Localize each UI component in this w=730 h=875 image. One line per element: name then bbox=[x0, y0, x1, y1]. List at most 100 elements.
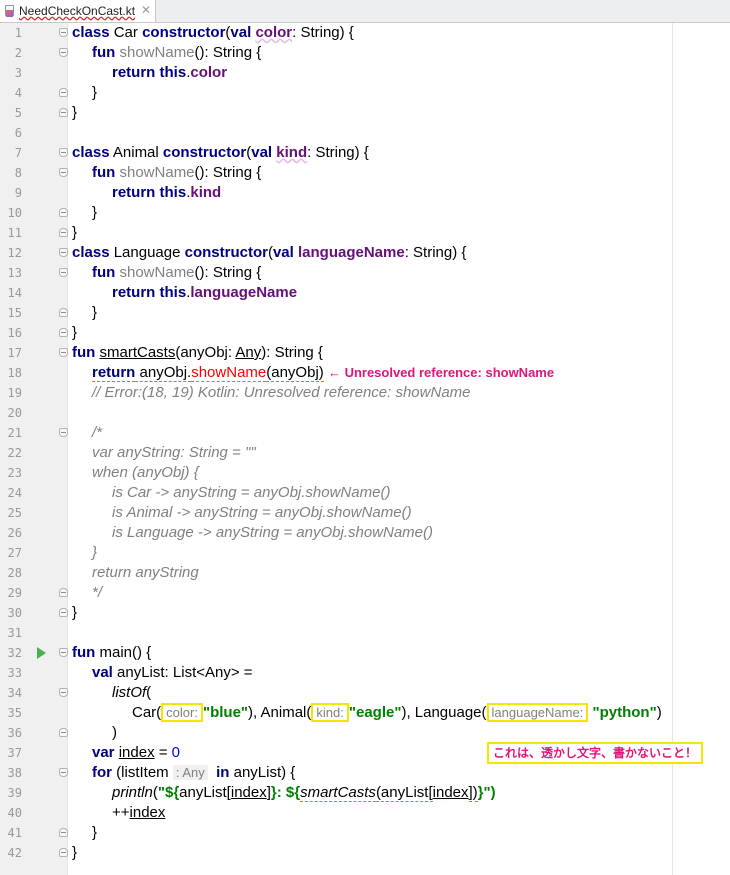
line-number: 3 bbox=[14, 66, 22, 80]
code-line: 14 return this.languageName bbox=[0, 283, 730, 303]
code-line: 34 listOf( bbox=[0, 683, 730, 703]
line-number: 36 bbox=[7, 726, 22, 740]
line-number: 9 bbox=[14, 186, 22, 200]
fold-marker-icon[interactable] bbox=[59, 28, 68, 37]
fold-marker-icon[interactable] bbox=[59, 228, 68, 237]
line-number: 1 bbox=[14, 26, 22, 40]
code-line: 42 } bbox=[0, 843, 730, 863]
line-number: 35 bbox=[7, 706, 22, 720]
code-line: 28 return anyString bbox=[0, 563, 730, 583]
fold-marker-icon[interactable] bbox=[59, 108, 68, 117]
code-text: Car(color: "blue"), Animal(kind: "eagle"),… bbox=[132, 703, 662, 722]
line-number: 40 bbox=[7, 806, 22, 820]
code-text: println("${anyList[index]}: ${smartCasts… bbox=[112, 784, 496, 802]
code-line: 23 when (anyObj) { bbox=[0, 463, 730, 483]
code-text: } bbox=[92, 304, 98, 321]
line-number: 21 bbox=[7, 426, 22, 440]
line-number: 24 bbox=[7, 486, 22, 500]
fold-marker-icon[interactable] bbox=[59, 348, 68, 357]
line-number: 34 bbox=[7, 686, 22, 700]
editor-tab[interactable]: NeedCheckOnCast.kt ✕ bbox=[0, 0, 156, 22]
error-annotation: ← Unresolved reference: showName bbox=[327, 365, 555, 380]
line-number: 13 bbox=[7, 266, 22, 280]
code-line: 2 fun showName(): String { bbox=[0, 43, 730, 63]
code-comment: is Car -> anyString = anyObj.showName() bbox=[112, 484, 391, 501]
fold-marker-icon[interactable] bbox=[59, 48, 68, 57]
code-text: fun smartCasts(anyObj: Any): String { bbox=[72, 344, 323, 361]
code-line: 16 } bbox=[0, 323, 730, 343]
code-text: } bbox=[72, 844, 78, 861]
fold-marker-icon[interactable] bbox=[59, 168, 68, 177]
code-text: ) bbox=[112, 724, 117, 741]
fold-marker-icon[interactable] bbox=[59, 728, 68, 737]
code-line: 32 fun main() { bbox=[0, 643, 730, 663]
line-number: 18 bbox=[7, 366, 22, 380]
fold-marker-icon[interactable] bbox=[59, 648, 68, 657]
code-line: 30 } bbox=[0, 603, 730, 623]
line-number: 29 bbox=[7, 586, 22, 600]
run-icon[interactable] bbox=[37, 647, 46, 659]
line-number: 39 bbox=[7, 786, 22, 800]
annotation-note: これは、透かし文字、書かないこと！ bbox=[487, 742, 704, 764]
code-line error-line: 18 return anyObj.showName(anyObj) ← Unre… bbox=[0, 363, 730, 383]
code-line: 41 } bbox=[0, 823, 730, 843]
code-text: class Animal constructor(val kind: Strin… bbox=[72, 144, 369, 161]
code-comment: } bbox=[92, 544, 98, 561]
line-number: 15 bbox=[7, 306, 22, 320]
code-line: 10 } bbox=[0, 203, 730, 223]
code-line: 24 is Car -> anyString = anyObj.showName… bbox=[0, 483, 730, 503]
code-line: 21 /* bbox=[0, 423, 730, 443]
line-number: 38 bbox=[7, 766, 22, 780]
code-line: 12 class Language constructor(val langua… bbox=[0, 243, 730, 263]
code-line: 15 } bbox=[0, 303, 730, 323]
fold-marker-icon[interactable] bbox=[59, 608, 68, 617]
line-number: 5 bbox=[14, 106, 22, 120]
fold-marker-icon[interactable] bbox=[59, 208, 68, 217]
code-comment: is Animal -> anyString = anyObj.showName… bbox=[112, 504, 412, 521]
tab-file-name: NeedCheckOnCast.kt bbox=[19, 4, 136, 18]
code-text: } bbox=[92, 824, 98, 841]
code-line: 7 class Animal constructor(val kind: Str… bbox=[0, 143, 730, 163]
fold-marker-icon[interactable] bbox=[59, 248, 68, 257]
code-text: return this.languageName bbox=[112, 284, 298, 301]
code-text: fun main() { bbox=[72, 644, 152, 661]
code-line: 13 fun showName(): String { bbox=[0, 263, 730, 283]
code-line: 6 bbox=[0, 123, 730, 143]
line-number: 42 bbox=[7, 846, 22, 860]
fold-marker-icon[interactable] bbox=[59, 848, 68, 857]
code-line: 3 return this.color bbox=[0, 63, 730, 83]
code-line: 26 is Language -> anyString = anyObj.sho… bbox=[0, 523, 730, 543]
code-line: 4 } bbox=[0, 83, 730, 103]
code-line: 39 println("${anyList[index]}: ${smartCa… bbox=[0, 783, 730, 803]
fold-marker-icon[interactable] bbox=[59, 428, 68, 437]
code-text: listOf( bbox=[112, 684, 152, 701]
line-number: 23 bbox=[7, 466, 22, 480]
code-text: fun showName(): String { bbox=[92, 44, 262, 61]
code-line: 17 fun smartCasts(anyObj: Any): String { bbox=[0, 343, 730, 363]
fold-marker-icon[interactable] bbox=[59, 308, 68, 317]
code-text: var index = 0 bbox=[92, 744, 181, 761]
code-line: 20 bbox=[0, 403, 730, 423]
line-number: 22 bbox=[7, 446, 22, 460]
fold-marker-icon[interactable] bbox=[59, 328, 68, 337]
parameter-hint: kind: bbox=[311, 703, 349, 722]
code-line: 11 } bbox=[0, 223, 730, 243]
fold-marker-icon[interactable] bbox=[59, 768, 68, 777]
code-text: } bbox=[92, 84, 98, 101]
fold-marker-icon[interactable] bbox=[59, 88, 68, 97]
line-number: 6 bbox=[14, 126, 22, 140]
fold-marker-icon[interactable] bbox=[59, 588, 68, 597]
line-number: 10 bbox=[7, 206, 22, 220]
fold-marker-icon[interactable] bbox=[59, 148, 68, 157]
line-number: 37 bbox=[7, 746, 22, 760]
code-line: 27 } bbox=[0, 543, 730, 563]
fold-marker-icon[interactable] bbox=[59, 828, 68, 837]
close-icon[interactable]: ✕ bbox=[141, 3, 151, 17]
code-line: 19 // Error:(18, 19) Kotlin: Unresolved … bbox=[0, 383, 730, 403]
fold-marker-icon[interactable] bbox=[59, 688, 68, 697]
code-text: fun showName(): String { bbox=[92, 164, 262, 181]
code-text: return this.kind bbox=[112, 184, 222, 201]
code-line: 1 class Car constructor(val color: Strin… bbox=[0, 23, 730, 43]
line-number: 19 bbox=[7, 386, 22, 400]
fold-marker-icon[interactable] bbox=[59, 268, 68, 277]
